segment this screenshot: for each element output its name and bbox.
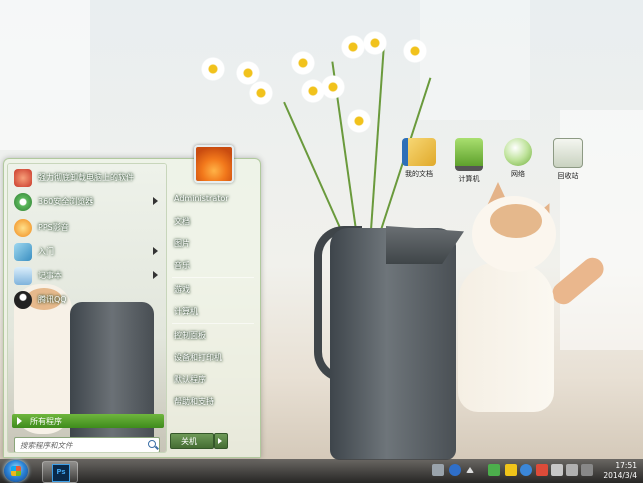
start-item-control-panel[interactable]: 控制面板: [172, 327, 256, 345]
clock-date: 2014/3/4: [603, 471, 637, 480]
shutdown-options-button[interactable]: [214, 433, 228, 449]
start-item-help-support[interactable]: 帮助和支持: [172, 393, 256, 411]
desktop-icon-computer[interactable]: 计算机: [449, 138, 489, 184]
shield-icon[interactable]: [488, 464, 500, 476]
wallpaper-flower: [200, 56, 226, 82]
wallpaper-flower: [320, 74, 346, 100]
user-avatar[interactable]: [194, 145, 234, 183]
start-item-administrator[interactable]: Administrator: [172, 191, 256, 209]
taskbar: Ps 17:51 2014/3/4: [0, 459, 643, 483]
taskbar-clock[interactable]: 17:51 2014/3/4: [603, 461, 637, 481]
pps-icon: [14, 219, 32, 237]
submenu-arrow-icon[interactable]: [153, 271, 158, 279]
notepad-icon: [14, 267, 32, 285]
desktop-icon-my-documents[interactable]: 我的文档: [399, 138, 439, 179]
start-item-music[interactable]: 音乐: [172, 257, 256, 275]
program-item-qq[interactable]: 腾讯QQ: [12, 290, 162, 310]
desktop-icon-recycle-bin[interactable]: 回收站: [548, 138, 588, 181]
recycle-bin-icon: [553, 138, 583, 168]
program-item-uninstall[interactable]: 强力彻底卸载电脑上的软件: [12, 168, 162, 188]
start-item-pictures[interactable]: 图片: [172, 235, 256, 253]
wallpaper-window-glow: [420, 0, 530, 120]
submenu-arrow-icon[interactable]: [153, 197, 158, 205]
flower-stem: [283, 101, 342, 231]
start-item-games[interactable]: 游戏: [172, 281, 256, 299]
keyboard-icon[interactable]: [432, 464, 444, 476]
wallpaper-flower: [290, 50, 316, 76]
program-item-notepad[interactable]: 记事本: [12, 266, 162, 286]
program-item-getting-started[interactable]: 入门: [12, 242, 162, 262]
network-icon: [504, 138, 532, 166]
all-programs-button[interactable]: 所有程序: [12, 414, 164, 428]
flag-icon[interactable]: [536, 464, 548, 476]
power-icon[interactable]: [581, 464, 593, 476]
search-input[interactable]: 搜索程序和文件: [14, 437, 160, 452]
start-button[interactable]: [4, 460, 28, 482]
wallpaper-cat: [458, 262, 554, 412]
separator: [172, 323, 254, 324]
uninstall-icon: [14, 169, 32, 187]
start-item-documents[interactable]: 文档: [172, 213, 256, 231]
browser-tray-icon[interactable]: [520, 464, 532, 476]
start-menu: 强力彻底卸载电脑上的软件 360安全浏览器 PPS影音 入门 记事本 腾讯QQ …: [3, 145, 261, 458]
photoshop-icon: Ps: [52, 464, 70, 482]
arrow-right-icon: [17, 417, 22, 425]
volume-icon[interactable]: [566, 464, 578, 476]
shutdown-button[interactable]: 关机: [170, 433, 214, 449]
show-hidden-icons-icon[interactable]: [466, 467, 474, 473]
wallpaper-flower: [248, 80, 274, 106]
taskbar-app-photoshop[interactable]: Ps: [42, 461, 78, 483]
my-documents-icon: [402, 138, 436, 166]
start-item-default-programs[interactable]: 默认程序: [172, 371, 256, 389]
security-icon[interactable]: [505, 464, 517, 476]
computer-icon: [455, 138, 483, 171]
help-icon[interactable]: [449, 464, 461, 476]
search-icon: [148, 440, 156, 448]
wallpaper-window-glow: [0, 0, 90, 150]
desktop: 我的文档 计算机 网络 回收站 强力彻底卸载电脑上的软件 360安全浏览器 PP…: [0, 0, 643, 483]
start-item-devices-printers[interactable]: 设备和打印机: [172, 349, 256, 367]
program-item-pps[interactable]: PPS影音: [12, 218, 162, 238]
wallpaper-flower: [362, 30, 388, 56]
desktop-icon-network[interactable]: 网络: [498, 138, 538, 179]
getting-started-icon: [14, 243, 32, 261]
submenu-arrow-icon[interactable]: [153, 247, 158, 255]
network-status-icon[interactable]: [551, 464, 563, 476]
separator: [172, 277, 254, 278]
wallpaper-flower: [402, 38, 428, 64]
start-menu-programs-pane: 强力彻底卸载电脑上的软件 360安全浏览器 PPS影音 入门 记事本 腾讯QQ …: [7, 163, 167, 453]
clock-time: 17:51: [615, 461, 637, 470]
browser-360-icon: [14, 193, 32, 211]
start-menu-photo-pitcher: [70, 302, 154, 452]
program-item-360-browser[interactable]: 360安全浏览器: [12, 192, 162, 212]
flower-stem: [370, 40, 386, 231]
start-item-computer[interactable]: 计算机: [172, 303, 256, 321]
wallpaper-flower: [346, 108, 372, 134]
wallpaper-cat-patch: [490, 204, 542, 238]
qq-icon: [14, 291, 32, 309]
